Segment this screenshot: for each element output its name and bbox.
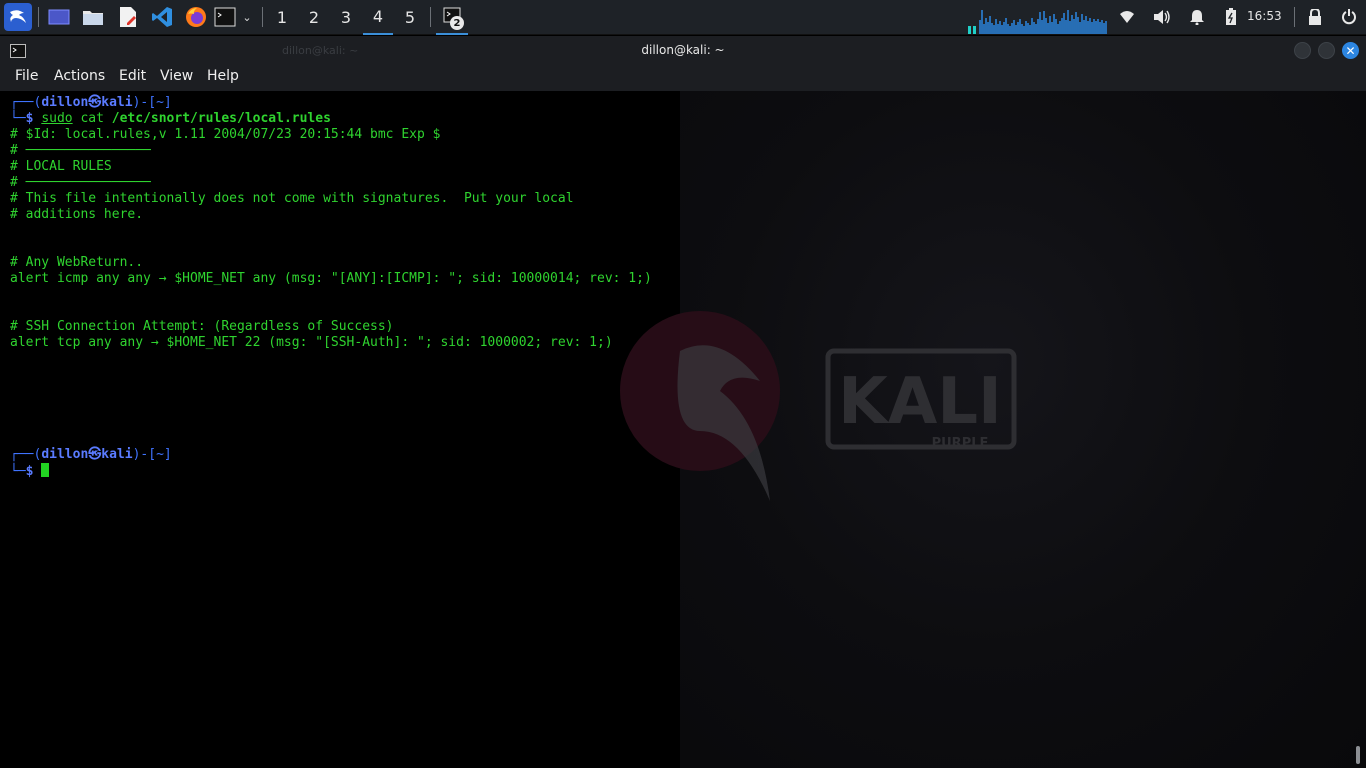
workspace-5[interactable]: 5 [395,0,425,35]
kali-menu-icon[interactable] [4,3,32,31]
task-count-badge: 2 [450,16,464,30]
panel-separator [430,7,431,27]
wallpaper-logo-text: KALI [838,365,1002,439]
output-line: # This file intentionally does not come … [10,191,574,206]
prompt-open: ┌──( [10,447,42,462]
prompt-line-1: ┌──(dillon㉿kali)-[~] [10,95,172,111]
panel-separator [1294,7,1295,27]
kali-purple-wallpaper-logo: KALI PURPLE [620,291,1040,535]
command-line: └─$ sudo cat /etc/snort/rules/local.rule… [10,111,331,127]
prompt-dollar: $ [25,464,42,479]
wallpaper-logo-subtext: PURPLE [932,436,989,451]
prompt-prefix: └─ [10,111,26,126]
command-argument: /etc/snort/rules/local.rules [111,111,331,126]
clock[interactable]: 16:53 [1247,9,1282,23]
prompt-dir: )-[~] [132,95,172,110]
prompt-user: dillon㉿kali [41,447,133,462]
output-line: alert tcp any any → $HOME_NET 22 (msg: "… [10,335,613,350]
power-icon[interactable] [1339,5,1359,29]
command-sudo: sudo [41,111,73,126]
battery-icon[interactable] [1222,5,1240,29]
taskbar-terminal-button[interactable]: 2 [436,0,468,35]
lock-icon[interactable] [1305,5,1325,29]
firefox-icon[interactable] [184,5,208,29]
prompt-user: dillon㉿kali [41,95,133,110]
network-wifi-icon[interactable] [1117,5,1137,29]
window-title: dillon@kali: ~ [641,43,725,57]
notifications-bell-icon[interactable] [1187,5,1207,29]
panel-separator [38,7,39,27]
volume-icon[interactable] [1152,5,1172,29]
prompt-prefix: └─ [10,464,26,479]
menu-actions[interactable]: Actions [54,68,105,84]
text-cursor [41,463,50,477]
workspace-3[interactable]: 3 [331,0,361,35]
menu-file[interactable]: File [15,68,38,84]
output-line: # LOCAL RULES [10,159,112,174]
menu-view[interactable]: View [160,68,193,84]
close-button[interactable]: ✕ [1342,42,1359,59]
workspace-4[interactable]: 4 [363,0,393,35]
chevron-down-icon[interactable]: ⌄ [240,5,254,29]
input-line[interactable]: └─$ [10,463,50,480]
output-line: # ──────────────── [10,175,151,190]
workspace-2[interactable]: 2 [299,0,329,35]
prompt-dollar: $ [25,111,42,126]
prompt-line-2: ┌──(dillon㉿kali)-[~] [10,447,172,463]
command-name: cat [72,111,112,126]
output-line: # SSH Connection Attempt: (Regardless of… [10,319,394,334]
terminal-window: dillon@kali: ~ dillon@kali: ~ ✕ File Act… [0,36,1366,768]
vscode-icon[interactable] [150,5,174,29]
output-line: # $Id: local.rules,v 1.11 2004/07/23 20:… [10,127,441,142]
panel-separator [262,7,263,27]
output-line: alert icmp any any → $HOME_NET any (msg:… [10,271,652,286]
text-editor-icon[interactable] [116,5,140,29]
file-manager-icon[interactable] [81,5,105,29]
scrollbar[interactable] [1354,91,1361,768]
minimize-button[interactable] [1294,42,1311,59]
terminal-area[interactable]: KALI PURPLE ┌──(dillon㉿kali)-[~] └─$ sud… [0,91,1366,768]
scrollbar-thumb[interactable] [1356,746,1360,764]
menu-edit[interactable]: Edit [119,68,146,84]
terminal-icon[interactable] [213,5,237,29]
output-line: # additions here. [10,207,144,222]
menu-help[interactable]: Help [207,68,239,84]
menu-bar: File Actions Edit View Help [0,64,1366,91]
close-icon: ✕ [1345,43,1356,58]
workspace-1[interactable]: 1 [267,0,297,35]
output-line: # Any WebReturn.. [10,255,144,270]
cpu-graph [968,6,1108,34]
show-desktop-icon[interactable] [47,5,71,29]
prompt-open: ┌──( [10,95,42,110]
top-panel: ⌄ 1 2 3 4 5 2 16:53 [0,0,1366,35]
prompt-dir: )-[~] [132,447,172,462]
output-line: # ──────────────── [10,143,151,158]
window-titlebar[interactable]: dillon@kali: ~ dillon@kali: ~ ✕ [0,36,1366,64]
maximize-button[interactable] [1318,42,1335,59]
